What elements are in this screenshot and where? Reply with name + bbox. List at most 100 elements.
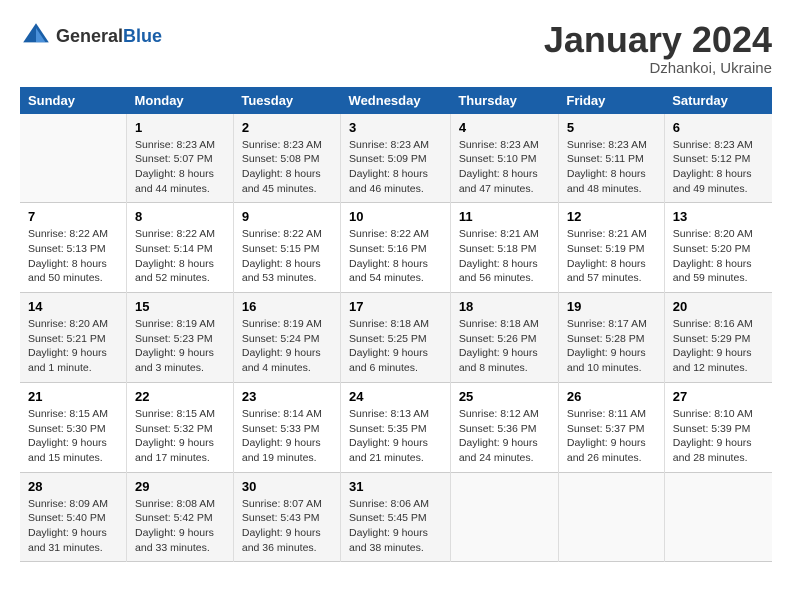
calendar-cell: 9Sunrise: 8:22 AMSunset: 5:15 PMDaylight…: [233, 203, 340, 293]
week-row-4: 21Sunrise: 8:15 AMSunset: 5:30 PMDayligh…: [20, 382, 772, 472]
calendar-cell: 22Sunrise: 8:15 AMSunset: 5:32 PMDayligh…: [127, 382, 234, 472]
header-day-tuesday: Tuesday: [233, 87, 340, 114]
logo-blue: Blue: [123, 26, 162, 46]
day-info: Sunrise: 8:20 AMSunset: 5:21 PMDaylight:…: [28, 317, 118, 376]
day-number: 22: [135, 389, 225, 404]
header-day-thursday: Thursday: [450, 87, 558, 114]
day-info: Sunrise: 8:18 AMSunset: 5:25 PMDaylight:…: [349, 317, 442, 376]
week-row-3: 14 Sunrise: 8:20 AMSunset: 5:21 PMDayligh…: [20, 293, 772, 383]
day-number: 25: [459, 389, 550, 404]
day-number: 10: [349, 209, 442, 224]
day-number: 5: [567, 120, 656, 135]
calendar-cell: 24 Sunrise: 8:13 AMSunset: 5:35 PMDayligh…: [341, 382, 451, 472]
calendar-cell: 1 Sunrise: 8:23 AMSunset: 5:07 PMDaylight…: [127, 114, 234, 203]
day-info: Sunrise: 8:21 AMSunset: 5:18 PMDaylight:…: [459, 227, 550, 286]
day-info: Sunrise: 8:23 AMSunset: 5:12 PMDaylight:…: [673, 138, 764, 197]
calendar-cell: 12 Sunrise: 8:21 AMSunset: 5:19 PMDayligh…: [558, 203, 664, 293]
calendar-cell: 19 Sunrise: 8:17 AMSunset: 5:28 PMDayligh…: [558, 293, 664, 383]
calendar-table: SundayMondayTuesdayWednesdayThursdayFrid…: [20, 87, 772, 563]
day-info: Sunrise: 8:08 AMSunset: 5:42 PMDaylight:…: [135, 497, 225, 556]
calendar-cell: 14 Sunrise: 8:20 AMSunset: 5:21 PMDayligh…: [20, 293, 127, 383]
day-number: 14: [28, 299, 118, 314]
day-info: Sunrise: 8:14 AMSunset: 5:33 PMDaylight:…: [242, 407, 332, 466]
day-info: Sunrise: 8:07 AMSunset: 5:43 PMDaylight:…: [242, 497, 332, 556]
calendar-cell: 3Sunrise: 8:23 AMSunset: 5:09 PMDaylight…: [341, 114, 451, 203]
day-number: 30: [242, 479, 332, 494]
calendar-cell: 16 Sunrise: 8:19 AMSunset: 5:24 PMDayligh…: [233, 293, 340, 383]
day-info: Sunrise: 8:19 AMSunset: 5:23 PMDaylight:…: [135, 317, 225, 376]
day-info: Sunrise: 8:10 AMSunset: 5:39 PMDaylight:…: [673, 407, 764, 466]
day-number: 24: [349, 389, 442, 404]
calendar-cell: 18 Sunrise: 8:18 AMSunset: 5:26 PMDayligh…: [450, 293, 558, 383]
calendar-cell: 25Sunrise: 8:12 AMSunset: 5:36 PMDayligh…: [450, 382, 558, 472]
day-info: Sunrise: 8:17 AMSunset: 5:28 PMDaylight:…: [567, 317, 656, 376]
calendar-cell: [664, 472, 772, 562]
day-info: Sunrise: 8:15 AMSunset: 5:30 PMDaylight:…: [28, 407, 118, 466]
day-number: 31: [349, 479, 442, 494]
calendar-cell: 13Sunrise: 8:20 AMSunset: 5:20 PMDayligh…: [664, 203, 772, 293]
calendar-cell: 17 Sunrise: 8:18 AMSunset: 5:25 PMDayligh…: [341, 293, 451, 383]
logo-general: General: [56, 26, 123, 46]
day-number: 26: [567, 389, 656, 404]
day-number: 20: [673, 299, 764, 314]
calendar-cell: 4 Sunrise: 8:23 AMSunset: 5:10 PMDaylight…: [450, 114, 558, 203]
calendar-cell: 21Sunrise: 8:15 AMSunset: 5:30 PMDayligh…: [20, 382, 127, 472]
day-number: 7: [28, 209, 118, 224]
day-number: 23: [242, 389, 332, 404]
day-number: 29: [135, 479, 225, 494]
day-info: Sunrise: 8:22 AMSunset: 5:15 PMDaylight:…: [242, 227, 332, 286]
day-number: 17: [349, 299, 442, 314]
calendar-cell: 26 Sunrise: 8:11 AMSunset: 5:37 PMDayligh…: [558, 382, 664, 472]
day-number: 27: [673, 389, 764, 404]
day-number: 16: [242, 299, 332, 314]
day-info: Sunrise: 8:11 AMSunset: 5:37 PMDaylight:…: [567, 407, 656, 466]
day-info: Sunrise: 8:23 AMSunset: 5:09 PMDaylight:…: [349, 138, 442, 197]
day-info: Sunrise: 8:22 AMSunset: 5:16 PMDaylight:…: [349, 227, 442, 286]
day-info: Sunrise: 8:13 AMSunset: 5:35 PMDaylight:…: [349, 407, 442, 466]
calendar-cell: 6 Sunrise: 8:23 AMSunset: 5:12 PMDaylight…: [664, 114, 772, 203]
header-day-monday: Monday: [127, 87, 234, 114]
day-number: 18: [459, 299, 550, 314]
location-subtitle: Dzhankoi, Ukraine: [544, 60, 772, 77]
calendar-cell: 31 Sunrise: 8:06 AMSunset: 5:45 PMDayligh…: [341, 472, 451, 562]
day-number: 6: [673, 120, 764, 135]
calendar-cell: [450, 472, 558, 562]
day-info: Sunrise: 8:23 AMSunset: 5:11 PMDaylight:…: [567, 138, 656, 197]
calendar-cell: [20, 114, 127, 203]
calendar-cell: 10 Sunrise: 8:22 AMSunset: 5:16 PMDayligh…: [341, 203, 451, 293]
calendar-cell: 15Sunrise: 8:19 AMSunset: 5:23 PMDayligh…: [127, 293, 234, 383]
day-number: 13: [673, 209, 764, 224]
header-row: SundayMondayTuesdayWednesdayThursdayFrid…: [20, 87, 772, 114]
logo-icon: [20, 20, 52, 52]
day-info: Sunrise: 8:19 AMSunset: 5:24 PMDaylight:…: [242, 317, 332, 376]
day-info: Sunrise: 8:23 AMSunset: 5:08 PMDaylight:…: [242, 138, 332, 197]
calendar-cell: 5 Sunrise: 8:23 AMSunset: 5:11 PMDaylight…: [558, 114, 664, 203]
day-number: 12: [567, 209, 656, 224]
day-number: 28: [28, 479, 118, 494]
day-info: Sunrise: 8:22 AMSunset: 5:14 PMDaylight:…: [135, 227, 225, 286]
week-row-2: 7Sunrise: 8:22 AMSunset: 5:13 PMDaylight…: [20, 203, 772, 293]
day-info: Sunrise: 8:06 AMSunset: 5:45 PMDaylight:…: [349, 497, 442, 556]
month-title: January 2024: [544, 20, 772, 60]
title-area: January 2024 Dzhankoi, Ukraine: [544, 20, 772, 77]
calendar-cell: 27 Sunrise: 8:10 AMSunset: 5:39 PMDayligh…: [664, 382, 772, 472]
day-info: Sunrise: 8:23 AMSunset: 5:10 PMDaylight:…: [459, 138, 550, 197]
week-row-1: 1 Sunrise: 8:23 AMSunset: 5:07 PMDaylight…: [20, 114, 772, 203]
day-number: 19: [567, 299, 656, 314]
day-info: Sunrise: 8:21 AMSunset: 5:19 PMDaylight:…: [567, 227, 656, 286]
calendar-body: 1 Sunrise: 8:23 AMSunset: 5:07 PMDaylight…: [20, 114, 772, 562]
page-header: GeneralBlue January 2024 Dzhankoi, Ukrai…: [20, 20, 772, 77]
week-row-5: 28 Sunrise: 8:09 AMSunset: 5:40 PMDayligh…: [20, 472, 772, 562]
logo-text: GeneralBlue: [56, 26, 162, 47]
calendar-cell: 30 Sunrise: 8:07 AMSunset: 5:43 PMDayligh…: [233, 472, 340, 562]
calendar-cell: 7Sunrise: 8:22 AMSunset: 5:13 PMDaylight…: [20, 203, 127, 293]
day-number: 1: [135, 120, 225, 135]
day-number: 4: [459, 120, 550, 135]
day-info: Sunrise: 8:09 AMSunset: 5:40 PMDaylight:…: [28, 497, 118, 556]
calendar-cell: 2Sunrise: 8:23 AMSunset: 5:08 PMDaylight…: [233, 114, 340, 203]
day-info: Sunrise: 8:18 AMSunset: 5:26 PMDaylight:…: [459, 317, 550, 376]
calendar-cell: [558, 472, 664, 562]
day-info: Sunrise: 8:23 AMSunset: 5:07 PMDaylight:…: [135, 138, 225, 197]
calendar-cell: 29 Sunrise: 8:08 AMSunset: 5:42 PMDayligh…: [127, 472, 234, 562]
calendar-header: SundayMondayTuesdayWednesdayThursdayFrid…: [20, 87, 772, 114]
